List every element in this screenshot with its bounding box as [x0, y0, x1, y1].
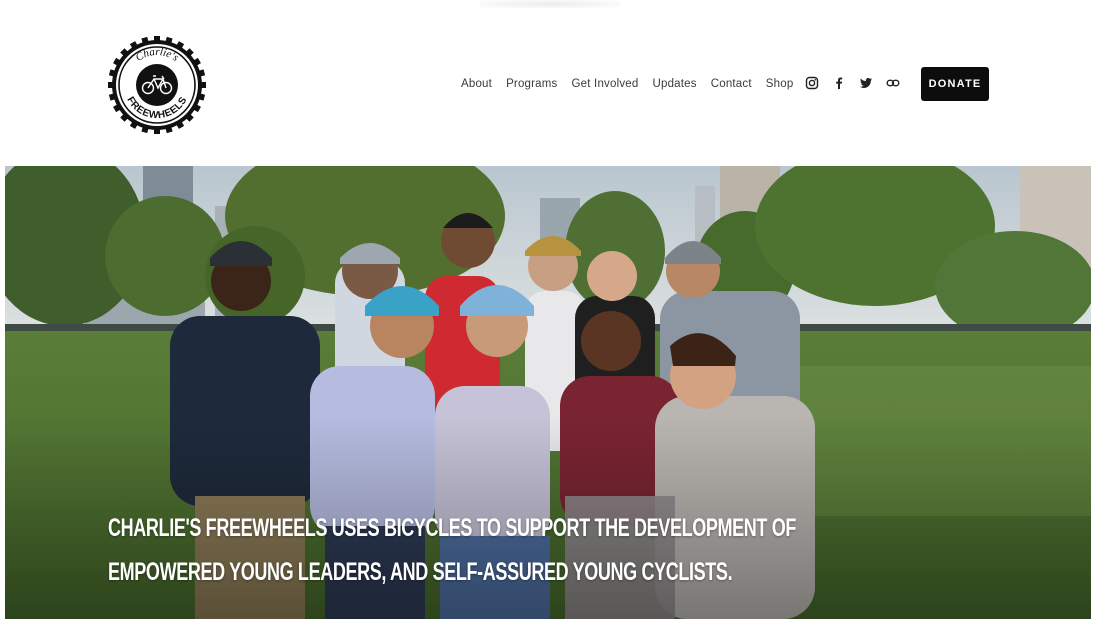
hero-section: CHARLIE'S FREEWHEELS USES BICYCLES TO SU…: [5, 166, 1091, 619]
link-icon[interactable]: [886, 76, 900, 90]
top-decoration: [480, 0, 620, 8]
main-nav: About Programs Get Involved Updates Cont…: [461, 75, 807, 93]
donate-button[interactable]: DONATE: [921, 67, 989, 101]
hero-headline-line-2: EMPOWERED YOUNG LEADERS, AND SELF-ASSURE…: [108, 558, 733, 586]
twitter-icon[interactable]: [859, 76, 873, 90]
charlies-freewheels-logo[interactable]: Charlie's FREEWHEELS: [107, 35, 207, 135]
nav-shop[interactable]: Shop: [766, 78, 794, 90]
nav-about[interactable]: About: [461, 78, 492, 90]
nav-updates[interactable]: Updates: [652, 78, 696, 90]
site-header: Charlie's FREEWHEELS About Programs Get …: [0, 0, 1096, 166]
nav-get-involved[interactable]: Get Involved: [572, 78, 639, 90]
nav-contact[interactable]: Contact: [711, 78, 752, 90]
facebook-icon[interactable]: [832, 76, 846, 90]
social-links: [805, 76, 913, 90]
nav-programs[interactable]: Programs: [506, 78, 557, 90]
hero-headline: CHARLIE'S FREEWHEELS USES BICYCLES TO SU…: [108, 506, 796, 594]
instagram-icon[interactable]: [805, 76, 819, 90]
hero-headline-line-1: CHARLIE'S FREEWHEELS USES BICYCLES TO SU…: [108, 514, 796, 542]
